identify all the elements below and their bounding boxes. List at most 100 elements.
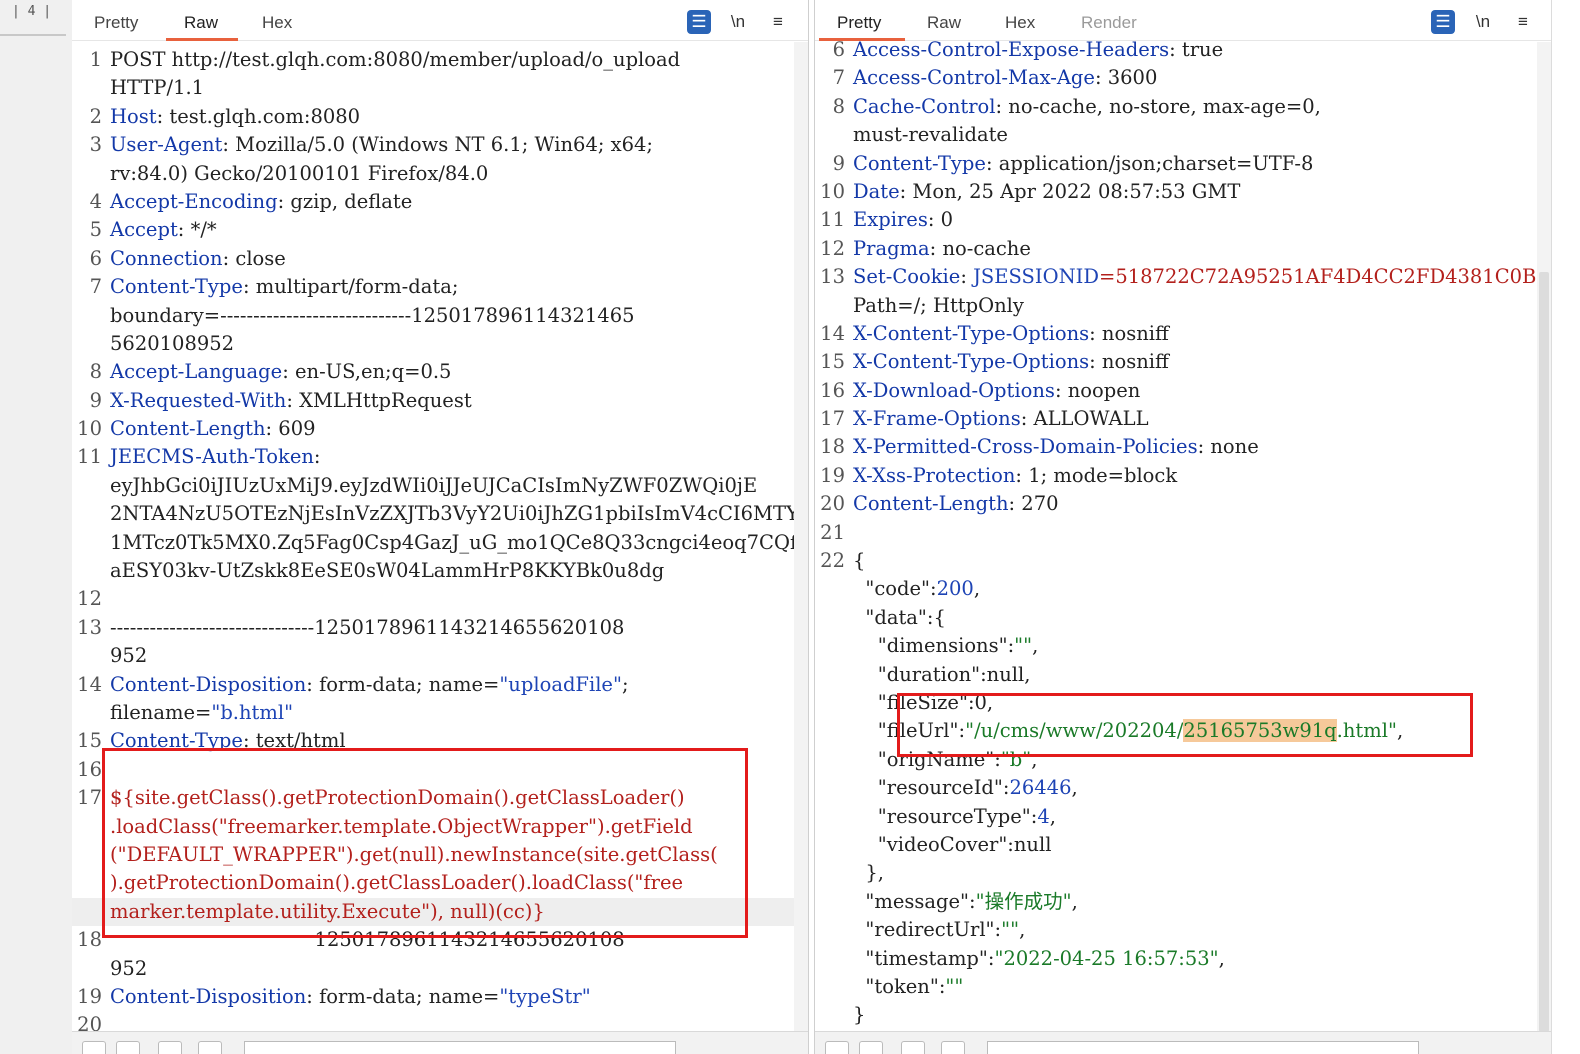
code-line[interactable]: "videoCover":null	[815, 831, 1537, 859]
request-scrollbar[interactable]	[794, 42, 808, 1032]
tab-pretty[interactable]: Pretty	[94, 13, 138, 33]
next-icon[interactable]	[941, 1041, 965, 1054]
code-line[interactable]: 22 {	[815, 547, 1537, 575]
code-line[interactable]: "resourceId":26446,	[815, 774, 1537, 802]
code-line[interactable]: 20 Content-Length: 270	[815, 490, 1537, 518]
code-line[interactable]: Path=/; HttpOnly	[815, 292, 1537, 320]
code-token: 952	[110, 644, 148, 668]
code-line[interactable]: 5 Accept: */*	[72, 216, 794, 244]
code-line[interactable]: 19 Content-Disposition: form-data; name="…	[72, 983, 794, 1011]
code-line[interactable]: must-revalidate	[815, 121, 1537, 149]
code-line[interactable]: 6 Access-Control-Expose-Headers: true	[815, 36, 1537, 64]
code-line[interactable]: 9 X-Requested-With: XMLHttpRequest	[72, 387, 794, 415]
code-line[interactable]: "data":{	[815, 604, 1537, 632]
newline-toggle-icon[interactable]: \n	[726, 10, 750, 34]
code-line[interactable]: aESY03kv-UtZskk8EeSE0sW04LammHrP8KKYBk0u…	[72, 557, 794, 585]
code-line[interactable]: "code":200,	[815, 575, 1537, 603]
code-line[interactable]: boundary=-----------------------------12…	[72, 302, 794, 330]
tab-pretty[interactable]: Pretty	[837, 13, 881, 33]
code-line[interactable]: "resourceType":4,	[815, 803, 1537, 831]
code-line[interactable]: 7 Content-Type: multipart/form-data;	[72, 273, 794, 301]
code-line[interactable]: 13 -------------------------------1250178…	[72, 614, 794, 642]
response-scroll-thumb[interactable]	[1539, 272, 1549, 1032]
code-line[interactable]: 2NTA4NzU5OTEzNjEsInVzZXJTb3VyY2Ui0iJhZG1…	[72, 500, 794, 528]
code-line[interactable]: 11 Expires: 0	[815, 206, 1537, 234]
code-line[interactable]: 8 Cache-Control: no-cache, no-store, max-…	[815, 93, 1537, 121]
code-line[interactable]: 7 Access-Control-Max-Age: 3600	[815, 64, 1537, 92]
code-line[interactable]: eyJhbGci0iJIUzUxMiJ9.eyJzdWIi0iJJeUJCaCI…	[72, 472, 794, 500]
line-number	[815, 632, 853, 660]
line-number: 11	[77, 445, 102, 469]
code-line[interactable]: "message":"操作成功",	[815, 888, 1537, 916]
prev-icon[interactable]	[901, 1041, 925, 1054]
line-number: 16	[820, 378, 845, 402]
code-line[interactable]: 9 Content-Type: application/json;charset=…	[815, 150, 1537, 178]
line-text: "redirectUrl":"",	[853, 916, 1025, 944]
response-editor[interactable]: 6 Access-Control-Expose-Headers: true 7 Acc…	[815, 36, 1537, 1032]
code-line[interactable]: "redirectUrl":"",	[815, 916, 1537, 944]
code-line[interactable]: 5620108952	[72, 330, 794, 358]
settings-icon[interactable]	[859, 1041, 883, 1054]
code-line[interactable]: 21	[815, 519, 1537, 547]
code-line[interactable]: 12	[72, 585, 794, 613]
code-line[interactable]: },	[815, 859, 1537, 887]
prev-icon[interactable]	[158, 1041, 182, 1054]
code-line[interactable]: "duration":null,	[815, 661, 1537, 689]
code-line[interactable]: 20	[72, 1011, 794, 1032]
code-line[interactable]: 17 X-Frame-Options: ALLOWALL	[815, 405, 1537, 433]
request-search-input[interactable]	[244, 1041, 676, 1054]
tab-hex[interactable]: Hex	[262, 13, 292, 33]
line-text: rv:84.0) Gecko/20100101 Firefox/84.0	[110, 160, 488, 188]
code-line[interactable]: filename="b.html"	[72, 699, 794, 727]
wrap-lines-icon[interactable]: ☰	[687, 10, 711, 34]
code-line[interactable]: 14 X-Content-Type-Options: nosniff	[815, 320, 1537, 348]
code-token: 26446	[1009, 776, 1072, 800]
line-text: "data":{	[853, 604, 946, 632]
line-number: 9	[832, 151, 845, 175]
next-icon[interactable]	[198, 1041, 222, 1054]
help-icon[interactable]	[825, 1041, 849, 1054]
code-line[interactable]: 8 Accept-Language: en-US,en;q=0.5	[72, 358, 794, 386]
code-line[interactable]: 2 Host: test.glqh.com:8080	[72, 103, 794, 131]
code-token: Content-Disposition	[110, 984, 307, 1008]
tab-hex[interactable]: Hex	[1005, 13, 1035, 33]
pane-menu-icon[interactable]: ≡	[766, 10, 790, 34]
code-line[interactable]: 19 X-Xss-Protection: 1; mode=block	[815, 462, 1537, 490]
code-line[interactable]: 15 X-Content-Type-Options: nosniff	[815, 348, 1537, 376]
settings-icon[interactable]	[116, 1041, 140, 1054]
code-line[interactable]: 1 POST http://test.glqh.com:8080/member/u…	[72, 46, 794, 74]
help-icon[interactable]	[82, 1041, 106, 1054]
code-line[interactable]: 1MTcz0Tk5MX0.Zq5Fag0Csp4GazJ_uG_mo1QCe8Q…	[72, 529, 794, 557]
code-line[interactable]: "dimensions":"",	[815, 632, 1537, 660]
code-line[interactable]: 13 Set-Cookie: JSESSIONID=518722C72A95251…	[815, 263, 1537, 291]
code-line[interactable]: 11 JEECMS-Auth-Token:	[72, 443, 794, 471]
tab-raw[interactable]: Raw	[184, 13, 218, 33]
wrap-lines-icon[interactable]: ☰	[1431, 10, 1455, 34]
response-search-input[interactable]	[987, 1041, 1419, 1054]
code-line[interactable]: 952	[72, 642, 794, 670]
code-line[interactable]: "token":""	[815, 973, 1537, 1001]
code-line[interactable]: 3 User-Agent: Mozilla/5.0 (Windows NT 6.1…	[72, 131, 794, 159]
tab-render[interactable]: Render	[1081, 13, 1137, 33]
response-scrollbar[interactable]	[1537, 42, 1551, 1032]
pane-menu-icon[interactable]: ≡	[1511, 10, 1535, 34]
code-line[interactable]: 18 X-Permitted-Cross-Domain-Policies: non…	[815, 433, 1537, 461]
line-number: 5	[89, 218, 102, 242]
tab-raw[interactable]: Raw	[927, 13, 961, 33]
code-token: : form-data; name=	[306, 984, 500, 1008]
newline-toggle-icon[interactable]: \n	[1471, 10, 1495, 34]
code-line[interactable]: 4 Accept-Encoding: gzip, deflate	[72, 188, 794, 216]
code-line[interactable]: 12 Pragma: no-cache	[815, 235, 1537, 263]
code-line[interactable]: "timestamp":"2022-04-25 16:57:53",	[815, 945, 1537, 973]
code-line[interactable]: 14 Content-Disposition: form-data; name="…	[72, 671, 794, 699]
code-line[interactable]: 10 Content-Length: 609	[72, 415, 794, 443]
code-line[interactable]: rv:84.0) Gecko/20100101 Firefox/84.0	[72, 160, 794, 188]
code-line[interactable]: 6 Connection: close	[72, 245, 794, 273]
code-line[interactable]: HTTP/1.1	[72, 74, 794, 102]
code-line[interactable]: 16 X-Download-Options: noopen	[815, 377, 1537, 405]
line-text: HTTP/1.1	[110, 74, 204, 102]
code-line[interactable]: 10 Date: Mon, 25 Apr 2022 08:57:53 GMT	[815, 178, 1537, 206]
code-line[interactable]: 952	[72, 955, 794, 983]
code-line[interactable]: }	[815, 1001, 1537, 1029]
code-token: HTTP/1.1	[110, 76, 205, 100]
